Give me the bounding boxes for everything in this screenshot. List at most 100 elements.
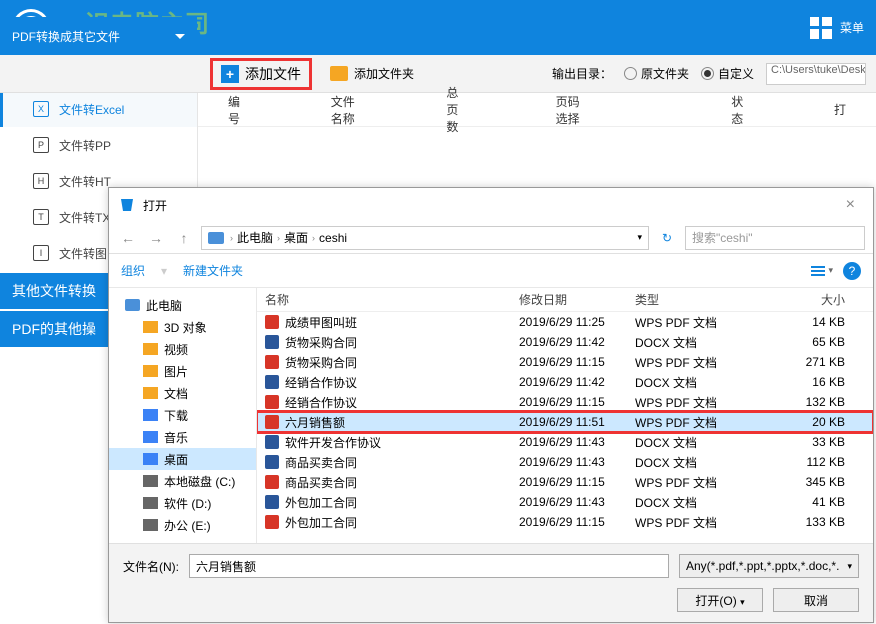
- open-button[interactable]: 打开(O) ▾: [677, 588, 763, 612]
- cancel-button[interactable]: 取消: [773, 588, 859, 612]
- tree-item[interactable]: 3D 对象: [109, 316, 256, 338]
- add-file-button[interactable]: + 添加文件: [210, 58, 312, 90]
- grid-icon: [810, 17, 832, 39]
- pc-icon: [208, 232, 224, 244]
- tree-item[interactable]: 下载: [109, 404, 256, 426]
- tree-item[interactable]: 文档: [109, 382, 256, 404]
- nav-up-button[interactable]: ↑: [173, 227, 195, 249]
- file-row[interactable]: 经销合作协议2019/6/29 11:15WPS PDF 文档132 KB: [257, 392, 873, 412]
- tree-item[interactable]: 桌面: [109, 448, 256, 470]
- drive-icon: [143, 519, 158, 531]
- tree-item[interactable]: 图片: [109, 360, 256, 382]
- file-row[interactable]: 货物采购合同2019/6/29 11:42DOCX 文档65 KB: [257, 332, 873, 352]
- pdf-icon: [265, 475, 279, 489]
- file-row[interactable]: 成绩甲图叫班2019/6/29 11:25WPS PDF 文档14 KB: [257, 312, 873, 332]
- file-row[interactable]: 外包加工合同2019/6/29 11:43DOCX 文档41 KB: [257, 492, 873, 512]
- file-row[interactable]: 商品买卖合同2019/6/29 11:43DOCX 文档112 KB: [257, 452, 873, 472]
- folder-icon: [330, 66, 348, 81]
- col-status: 状态: [731, 93, 744, 127]
- file-row[interactable]: 软件开发合作协议2019/6/29 11:43DOCX 文档33 KB: [257, 432, 873, 452]
- chevron-down-icon[interactable]: ▾: [637, 232, 642, 243]
- breadcrumb-item[interactable]: ceshi: [319, 231, 347, 245]
- tree-item[interactable]: 此电脑: [109, 294, 256, 316]
- col-size[interactable]: 大小: [755, 291, 865, 308]
- file-row[interactable]: 经销合作协议2019/6/29 11:42DOCX 文档16 KB: [257, 372, 873, 392]
- pdf-icon: [265, 395, 279, 409]
- pdf-icon: [265, 315, 279, 329]
- file-type-icon: X: [33, 101, 49, 117]
- down-icon: [143, 409, 158, 421]
- file-row[interactable]: 六月销售额2019/6/29 11:51WPS PDF 文档20 KB: [257, 412, 873, 432]
- col-open: 打: [834, 101, 846, 118]
- pdf-icon: [265, 355, 279, 369]
- folder-tree: 此电脑3D 对象视频图片文档下载音乐桌面本地磁盘 (C:)软件 (D:)办公 (…: [109, 288, 257, 543]
- doc-icon: [265, 375, 279, 389]
- dialog-titlebar: 打开 ×: [109, 188, 873, 222]
- dialog-footer: 文件名(N): Any(*.pdf,*.ppt,*.pptx,*.doc,*.▾…: [109, 543, 873, 622]
- doc-icon: [265, 455, 279, 469]
- pdf-icon: [265, 515, 279, 529]
- new-folder-button[interactable]: 新建文件夹: [183, 262, 243, 279]
- breadcrumb-item[interactable]: 桌面: [284, 229, 308, 246]
- dialog-toolbar: 组织 ▾ 新建文件夹 ▾ ?: [109, 254, 873, 288]
- file-row[interactable]: 外包加工合同2019/6/29 11:15WPS PDF 文档133 KB: [257, 512, 873, 532]
- menu-label: 菜单: [840, 19, 864, 36]
- filename-label: 文件名(N):: [123, 558, 179, 575]
- col-filename: 文件名称: [331, 93, 357, 127]
- close-button[interactable]: ×: [838, 196, 863, 214]
- col-pagesel: 页码选择: [556, 93, 582, 127]
- music-icon: [143, 431, 158, 443]
- nav-forward-button[interactable]: →: [145, 227, 167, 249]
- organize-button[interactable]: 组织: [121, 262, 145, 279]
- col-type[interactable]: 类型: [635, 291, 755, 308]
- tree-item[interactable]: 视频: [109, 338, 256, 360]
- folder2-icon: [143, 321, 158, 333]
- tree-item[interactable]: 音乐: [109, 426, 256, 448]
- file-row[interactable]: 商品买卖合同2019/6/29 11:15WPS PDF 文档345 KB: [257, 472, 873, 492]
- output-label: 输出目录：: [552, 65, 612, 82]
- col-index: 编号: [228, 93, 241, 127]
- tree-item[interactable]: 软件 (D:): [109, 492, 256, 514]
- doc-icon: [265, 495, 279, 509]
- sidebar-item[interactable]: P文件转PP: [0, 127, 197, 163]
- view-mode-button[interactable]: ▾: [811, 265, 833, 276]
- file-type-icon: H: [33, 173, 49, 189]
- file-list: 名称 修改日期 类型 大小 成绩甲图叫班2019/6/29 11:25WPS P…: [257, 288, 873, 543]
- breadcrumb-item[interactable]: 此电脑: [237, 229, 273, 246]
- plus-icon: +: [221, 65, 239, 83]
- breadcrumb[interactable]: › 此电脑 › 桌面 › ceshi ▾: [201, 226, 649, 250]
- file-type-icon: T: [33, 209, 49, 225]
- doc-icon: [265, 335, 279, 349]
- file-row[interactable]: 货物采购合同2019/6/29 11:15WPS PDF 文档271 KB: [257, 352, 873, 372]
- dialog-title: 打开: [143, 197, 167, 214]
- output-path-input[interactable]: C:\Users\tuke\Desk: [766, 63, 866, 85]
- radio-custom[interactable]: 自定义: [701, 65, 754, 82]
- file-open-dialog: 打开 × ← → ↑ › 此电脑 › 桌面 › ceshi ▾ ↻ 搜索"ces…: [108, 187, 874, 623]
- help-button[interactable]: ?: [843, 262, 861, 280]
- sidebar-header[interactable]: PDF转换成其它文件: [0, 17, 197, 55]
- sidebar-item[interactable]: X文件转Excel: [0, 91, 197, 127]
- column-headers: 编号 文件名称 总页数 页码选择 状态 打: [198, 93, 876, 127]
- menu-button[interactable]: 菜单: [810, 17, 864, 39]
- file-filter-select[interactable]: Any(*.pdf,*.ppt,*.pptx,*.doc,*.▾: [679, 554, 859, 578]
- col-name[interactable]: 名称: [265, 291, 519, 308]
- drive-icon: [143, 475, 158, 487]
- pdf-icon: [265, 415, 279, 429]
- tree-item[interactable]: 本地磁盘 (C:): [109, 470, 256, 492]
- filename-input[interactable]: [189, 554, 669, 578]
- list-icon: [811, 266, 825, 276]
- file-type-icon: P: [33, 137, 49, 153]
- doc-icon: [265, 435, 279, 449]
- app-small-icon: [119, 197, 135, 213]
- nav-back-button[interactable]: ←: [117, 227, 139, 249]
- file-type-icon: I: [33, 245, 49, 261]
- file-list-header: 名称 修改日期 类型 大小: [257, 288, 873, 312]
- refresh-button[interactable]: ↻: [655, 226, 679, 250]
- tree-item[interactable]: 办公 (E:): [109, 514, 256, 536]
- dialog-nav: ← → ↑ › 此电脑 › 桌面 › ceshi ▾ ↻ 搜索"ceshi": [109, 222, 873, 254]
- add-folder-button[interactable]: 添加文件夹: [330, 65, 414, 82]
- folder2-icon: [143, 387, 158, 399]
- radio-original[interactable]: 原文件夹: [624, 65, 689, 82]
- search-input[interactable]: 搜索"ceshi": [685, 226, 865, 250]
- col-date[interactable]: 修改日期: [519, 291, 635, 308]
